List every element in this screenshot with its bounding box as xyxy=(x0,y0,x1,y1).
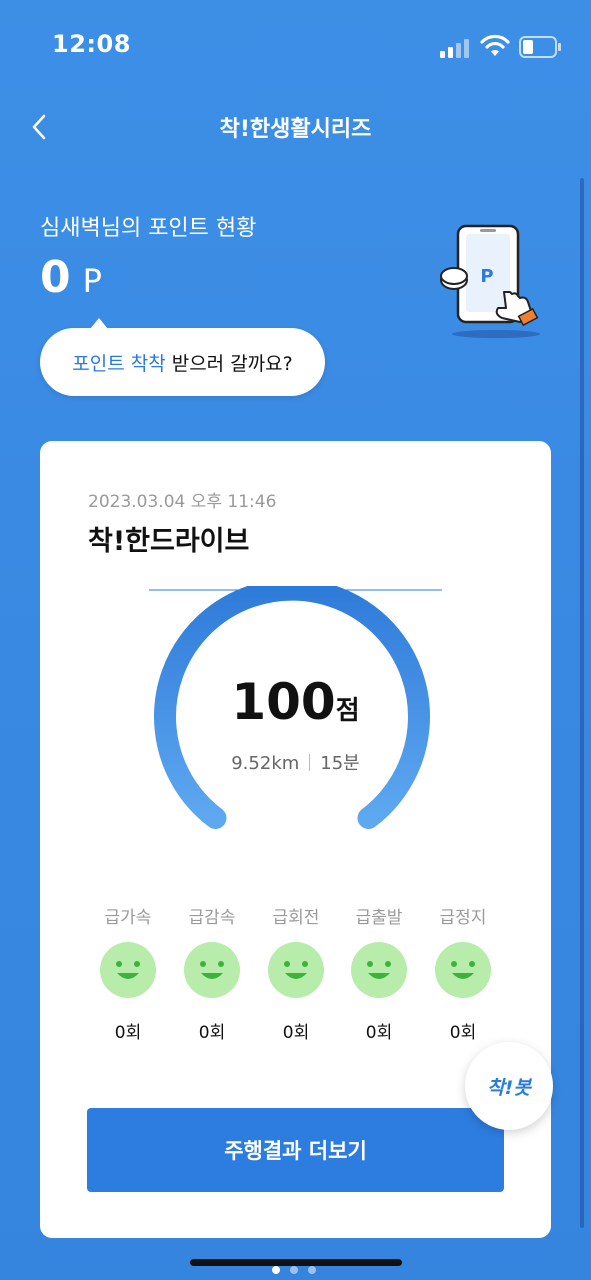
point-bubble[interactable]: 포인트 착착 받으러 갈까요? xyxy=(40,318,325,396)
score-value: 100 xyxy=(231,673,336,731)
bubble-text: 받으러 갈까요? xyxy=(171,352,293,375)
score-unit: 점 xyxy=(335,696,360,726)
nav-bar: 착!한생활시리즈 xyxy=(0,95,591,155)
page-dot xyxy=(290,1266,298,1274)
drive-title: 착!한드라이브 xyxy=(88,526,250,557)
metric-label: 급감속 xyxy=(188,908,236,928)
metric-label: 급출발 xyxy=(355,908,403,928)
points-value: 0P xyxy=(40,252,102,303)
signal-icon xyxy=(440,38,470,58)
wifi-icon xyxy=(480,34,510,56)
smiley-face-icon xyxy=(435,942,491,998)
drive-date: 2023.03.04 오후 11:46 xyxy=(88,492,277,512)
phone-point-illustration: P xyxy=(440,224,540,338)
trip-info: 9.52km 15분 xyxy=(40,749,551,775)
home-indicator[interactable] xyxy=(190,1259,402,1266)
metric-item: 급감속 0회 xyxy=(172,903,252,1043)
smiley-face-icon xyxy=(100,942,156,998)
smiley-face-icon xyxy=(268,942,324,998)
page-title: 착!한생활시리즈 xyxy=(219,117,372,142)
metric-count: 0회 xyxy=(282,1023,310,1043)
drive-results-more-button[interactable]: 주행결과 더보기 xyxy=(87,1108,504,1192)
metric-count: 0회 xyxy=(365,1023,393,1043)
smiley-face-icon xyxy=(351,942,407,998)
metric-item: 급가속 0회 xyxy=(88,903,168,1043)
metrics-row: 급가속 0회 급감속 0회 급회전 0회 급출발 0회 급정지 0회 xyxy=(88,903,508,1053)
points-label: 심새벽님의 포인트 현황 xyxy=(40,216,257,241)
scrollbar[interactable] xyxy=(580,178,584,1228)
trip-duration: 15분 xyxy=(320,753,360,774)
points-number: 0 xyxy=(40,252,71,303)
drive-card: 2023.03.04 오후 11:46 착!한드라이브 100점 9.52km 1… xyxy=(40,441,551,1238)
metric-count: 0회 xyxy=(198,1023,226,1043)
smiley-face-icon xyxy=(184,942,240,998)
metric-item: 급정지 0회 xyxy=(423,903,503,1043)
page-indicator xyxy=(272,1266,322,1276)
battery-icon xyxy=(519,36,561,58)
bubble-highlight: 포인트 착착 xyxy=(72,352,166,375)
metric-label: 급회전 xyxy=(272,908,320,928)
metric-item: 급회전 0회 xyxy=(256,903,336,1043)
trip-separator xyxy=(309,754,311,771)
status-time: 12:08 xyxy=(52,30,131,58)
chatbot-button[interactable]: 착!봇 xyxy=(465,1042,553,1130)
status-bar: 12:08 xyxy=(0,0,591,90)
trip-distance: 9.52km xyxy=(231,753,300,774)
metric-label: 급정지 xyxy=(439,908,487,928)
metric-item: 급출발 0회 xyxy=(339,903,419,1043)
illustration-letter: P xyxy=(480,266,493,287)
metric-count: 0회 xyxy=(449,1023,477,1043)
score-display: 100점 xyxy=(40,673,551,731)
metric-count: 0회 xyxy=(114,1023,142,1043)
points-unit: P xyxy=(82,262,102,300)
page-dot xyxy=(308,1266,316,1274)
page-dot xyxy=(272,1266,280,1274)
metric-label: 급가속 xyxy=(104,908,152,928)
